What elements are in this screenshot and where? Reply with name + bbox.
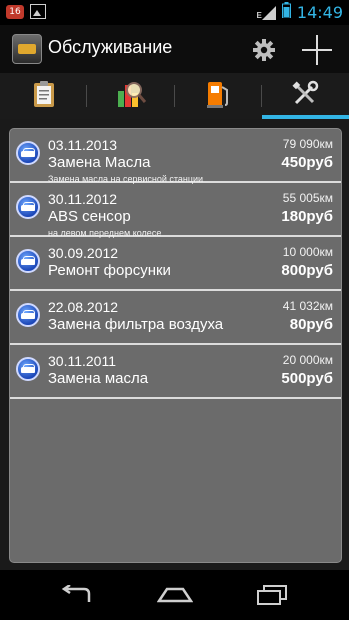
record-date: 30.11.2011 [48,353,116,369]
tab-maintenance[interactable] [261,73,349,119]
tab-notes[interactable] [0,73,88,119]
record-mileage: 41 032км [282,299,333,313]
home-icon[interactable] [151,580,199,610]
fuel-pump-icon [204,79,232,114]
record-date: 30.09.2012 [48,245,119,261]
page-title: Обслуживание [48,37,173,57]
action-bar: Обслуживание [0,25,349,73]
car-service-icon [16,141,40,165]
list-item[interactable]: 22.08.2012 Замена фильтра воздуха 41 032… [10,291,341,345]
car-service-icon [16,303,40,327]
plus-icon[interactable] [300,33,334,67]
car-service-icon [16,249,40,273]
car-service-icon [16,195,40,219]
maintenance-list: 03.11.2013 Замена Масла Замена масла на … [9,128,342,563]
record-date: 30.11.2012 [48,191,118,207]
list-item[interactable]: 30.11.2012 ABS сенсор на левом переднем … [10,183,341,238]
navigation-bar [0,570,349,620]
record-title: Ремонт форсунки [48,262,171,279]
record-price: 80руб [289,316,333,333]
record-price: 450руб [281,154,333,171]
list-item[interactable]: 30.09.2012 Ремонт форсунки 10 000км 800р… [10,237,341,291]
recent-apps-icon[interactable] [248,580,296,610]
car-service-icon [16,357,40,381]
tab-bar [0,73,349,119]
signal-icon: E [257,5,276,20]
record-date: 22.08.2012 [48,299,119,315]
tools-icon [291,80,319,113]
record-mileage: 20 000км [282,353,333,367]
gear-icon[interactable] [250,36,278,64]
content-area: 03.11.2013 Замена Масла Замена масла на … [0,119,349,570]
list-item[interactable]: 30.11.2011 Замена масла 20 000км 500руб [10,345,341,399]
search-report-icon [115,79,147,114]
status-bar: 16 E 14:49 [0,0,349,25]
tab-statistics[interactable] [87,73,175,119]
clipboard-icon [32,80,56,113]
back-icon[interactable] [52,580,100,610]
battery-icon [281,2,291,23]
image-notification-icon [30,4,46,19]
record-mileage: 10 000км [282,245,333,259]
clock: 14:49 [296,3,343,22]
record-price: 180руб [281,208,333,225]
record-title: Замена фильтра воздуха [48,316,224,333]
tab-fuel[interactable] [175,73,262,119]
record-price: 500руб [281,370,333,387]
record-title: Замена Масла [48,154,151,171]
record-title: ABS сенсор [48,208,131,225]
notification-badge: 16 [6,4,24,19]
car-app-icon[interactable] [12,34,42,64]
record-mileage: 79 090км [282,137,333,151]
list-item[interactable]: 03.11.2013 Замена Масла Замена масла на … [10,129,341,184]
record-price: 800руб [281,262,333,279]
record-date: 03.11.2013 [48,137,118,153]
record-title: Замена масла [48,370,149,387]
record-mileage: 55 005км [282,191,333,205]
